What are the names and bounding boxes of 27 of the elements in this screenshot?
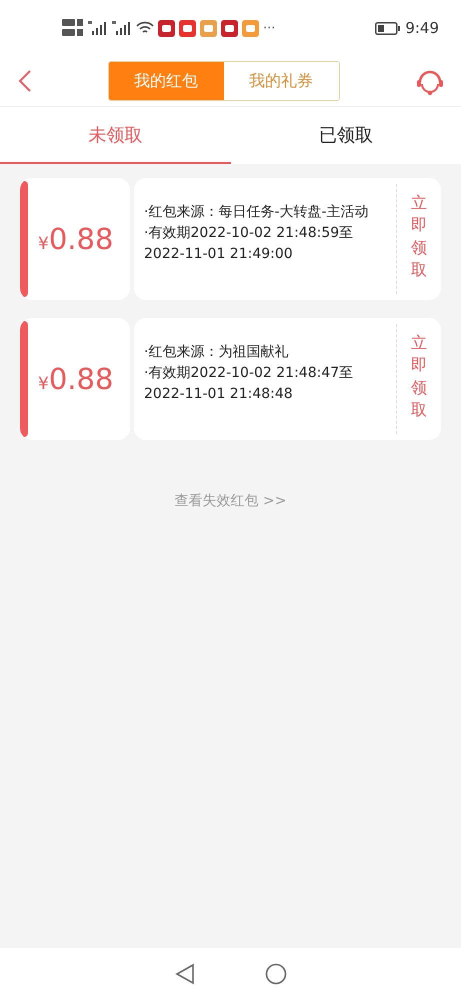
validity-text: ·有效期2022-10-02 21:48:47至2022-11-01 21:48:48: [144, 364, 354, 404]
source-text: ·红包来源：每日任务-大转盘-主活动: [144, 203, 370, 222]
signal-icon: [112, 20, 132, 36]
currency-symbol: ¥: [38, 374, 49, 394]
app-notification-icon: [179, 20, 196, 36]
segment-tab[interactable]: 我的红包: [108, 62, 224, 100]
claim-button[interactable]: 立即领取: [397, 318, 441, 440]
currency-symbol: ¥: [38, 234, 49, 254]
wifi-icon: [136, 21, 154, 35]
battery-icon: [375, 22, 402, 34]
amount: 0.88: [48, 362, 114, 396]
expired-packets-link[interactable]: 查看失效红包 >>: [174, 492, 286, 510]
app-notification-icon: [158, 20, 175, 36]
clock-time: 9:49: [405, 19, 439, 37]
app-notification-icon: [200, 20, 217, 36]
amount: 0.88: [48, 222, 114, 256]
app-notification-icon: [221, 20, 238, 36]
app-notification-icon: [242, 20, 259, 36]
validity-text: ·有效期2022-10-02 21:48:59至2022-11-01 21:49:00: [144, 224, 354, 264]
home-nav-icon[interactable]: [264, 963, 286, 985]
back-nav-icon[interactable]: [174, 963, 194, 985]
signal-icon: [88, 20, 108, 36]
back-icon[interactable]: [18, 70, 32, 92]
source-text: ·红包来源：为祖国献礼: [144, 343, 290, 362]
more-notifications: ···: [263, 20, 276, 36]
claim-button[interactable]: 立即领取: [397, 178, 441, 300]
sim-status-icon: [62, 18, 84, 38]
